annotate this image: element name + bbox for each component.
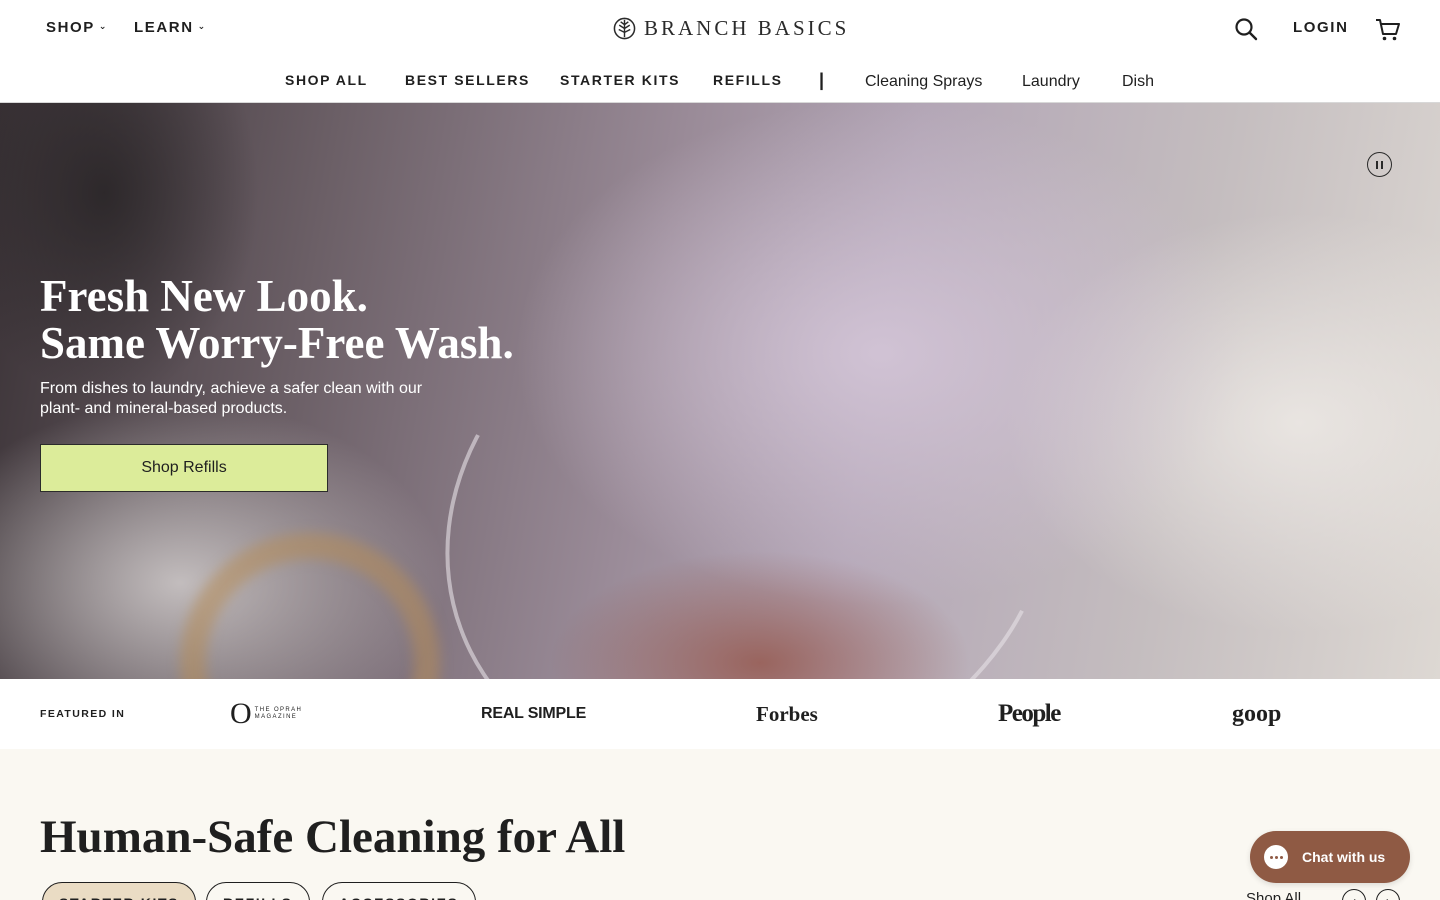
cart-icon[interactable] <box>1375 17 1401 43</box>
chevron-down-icon: ⌄ <box>197 21 207 31</box>
nav-dish[interactable]: Dish <box>1122 73 1154 91</box>
hero-title: Fresh New Look. Same Worry-Free Wash. <box>40 273 514 367</box>
section-title: Human-Safe Cleaning for All <box>40 811 626 863</box>
goop-logo: goop <box>1232 700 1282 727</box>
oprah-logo-letter: O <box>230 697 252 730</box>
featured-in-label: FEATURED IN <box>40 708 126 720</box>
featured-in-bar: FEATURED IN O THE OPRAH MAGAZINE REAL SI… <box>0 679 1440 749</box>
hero-title-line-1: Fresh New Look. <box>40 271 368 321</box>
people-logo: People <box>998 700 1061 727</box>
brand-logo-link[interactable]: BRANCH BASICS <box>613 16 849 41</box>
tab-starter-kits[interactable]: STARTER KITS <box>42 882 197 900</box>
oprah-logo-wordmark: THE OPRAH MAGAZINE <box>255 707 303 721</box>
brand-name: BRANCH BASICS <box>644 16 850 40</box>
chat-bubble-icon <box>1264 845 1288 869</box>
search-icon[interactable] <box>1234 17 1258 41</box>
learn-menu[interactable]: LEARN ⌄ <box>134 19 207 36</box>
nav-separator: | <box>819 70 825 90</box>
nav-starter-kits[interactable]: STARTER KITS <box>560 72 680 88</box>
chat-dot <box>1274 855 1278 859</box>
top-bar: SHOP ⌄ LEARN ⌄ BRANCH BASICS LOGIN <box>0 0 1440 58</box>
chevron-down-icon: ⌄ <box>98 21 109 31</box>
nav-laundry[interactable]: Laundry <box>1022 73 1080 91</box>
shop-all-link[interactable]: Shop All <box>1246 890 1301 900</box>
chat-dot <box>1269 855 1273 859</box>
product-collection-section: Human-Safe Cleaning for All STARTER KITS… <box>0 749 1440 900</box>
site-header: SHOP ⌄ LEARN ⌄ BRANCH BASICS LOGIN SHOP … <box>0 0 1440 103</box>
hero-background-arc <box>369 172 1131 679</box>
chat-label: Chat with us <box>1302 849 1386 865</box>
chat-widget-button[interactable]: Chat with us <box>1250 831 1410 883</box>
forbes-logo: Forbes <box>756 701 818 726</box>
tab-accessories[interactable]: ACCESSORIES <box>322 882 476 900</box>
nav-cleaning-sprays[interactable]: Cleaning Sprays <box>865 73 982 91</box>
hero-background-ring <box>180 533 440 679</box>
chat-dot <box>1279 855 1283 859</box>
category-nav: SHOP ALL BEST SELLERS STARTER KITS REFIL… <box>0 58 1440 103</box>
nav-shop-all[interactable]: SHOP ALL <box>285 72 368 88</box>
pause-icon-bar <box>1376 160 1378 169</box>
pause-video-button[interactable] <box>1367 152 1392 177</box>
oprah-logo-line-1: THE OPRAH <box>254 707 303 713</box>
oprah-logo-line-2: MAGAZINE <box>254 714 298 720</box>
leaf-logo-icon <box>613 17 636 40</box>
carousel-prev-button[interactable]: ‹ <box>1342 889 1366 900</box>
nav-refills[interactable]: REFILLS <box>713 72 783 88</box>
oprah-magazine-logo: O THE OPRAH MAGAZINE <box>230 679 302 749</box>
hero-subtitle: From dishes to laundry, achieve a safer … <box>40 380 423 417</box>
login-link[interactable]: LOGIN <box>1293 19 1349 36</box>
pause-icon-bar <box>1381 160 1383 169</box>
shop-refills-button[interactable]: Shop Refills <box>40 444 328 492</box>
chevron-left-icon: ‹ <box>1352 894 1356 900</box>
chevron-right-icon: › <box>1386 894 1390 900</box>
hero-banner: Fresh New Look. Same Worry-Free Wash. Fr… <box>0 103 1440 679</box>
nav-best-sellers[interactable]: BEST SELLERS <box>405 72 530 88</box>
real-simple-logo: REAL SIMPLE <box>481 705 587 722</box>
hero-title-line-2: Same Worry-Free Wash. <box>40 318 514 368</box>
shop-menu[interactable]: SHOP ⌄ <box>46 19 108 36</box>
learn-menu-label: LEARN <box>134 19 194 36</box>
shop-menu-label: SHOP <box>46 19 95 36</box>
carousel-next-button[interactable]: › <box>1376 889 1400 900</box>
tab-refills[interactable]: REFILLS <box>206 882 310 900</box>
